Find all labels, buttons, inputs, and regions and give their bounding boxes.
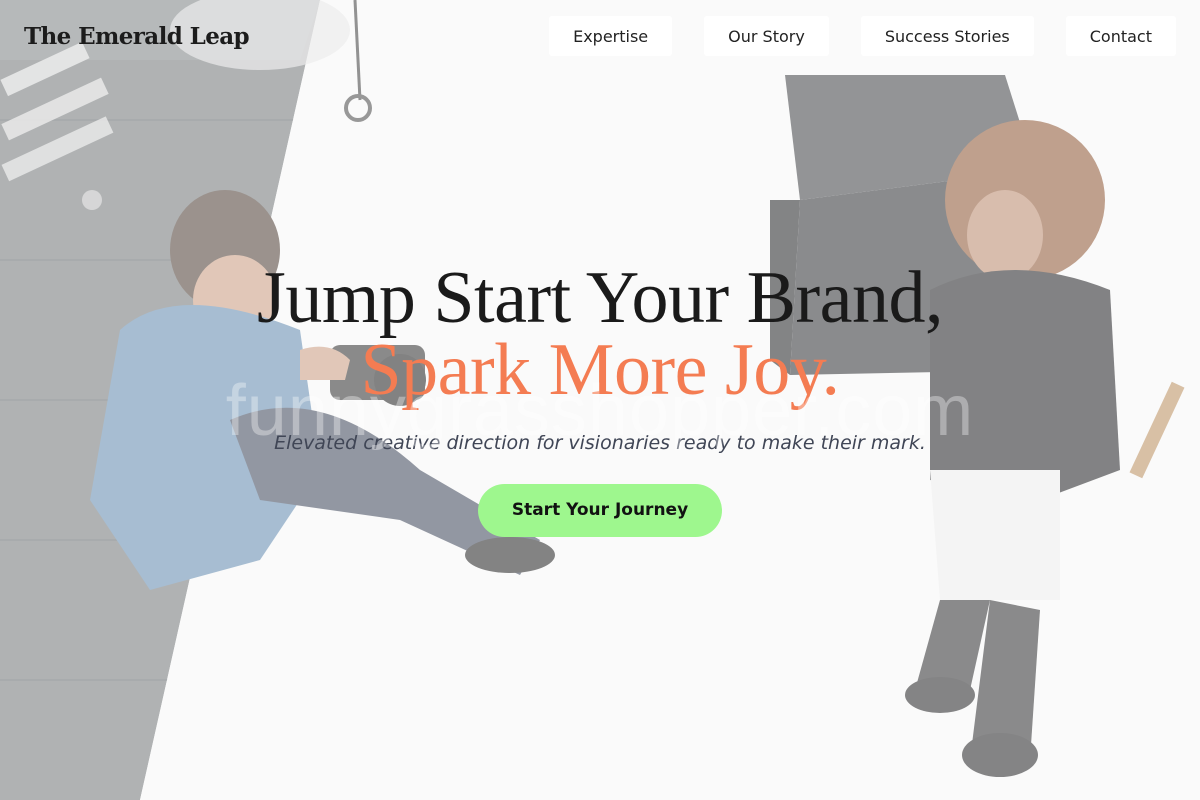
watermark-text: funnygrasshopper.com	[225, 371, 975, 451]
hero-headline-line-1: Jump Start Your Brand,	[257, 257, 943, 339]
start-journey-button[interactable]: Start Your Journey	[478, 484, 722, 537]
nav-item-contact[interactable]: Contact	[1065, 16, 1176, 56]
nav-item-our-story[interactable]: Our Story	[704, 16, 829, 56]
main-navigation: Expertise Our Story Success Stories Cont…	[549, 16, 1176, 56]
nav-item-success-stories[interactable]: Success Stories	[860, 16, 1034, 56]
nav-item-expertise[interactable]: Expertise	[549, 16, 673, 56]
site-header: The Emerald Leap Expertise Our Story Suc…	[0, 0, 1200, 72]
site-logo[interactable]: The Emerald Leap	[24, 21, 250, 53]
hero-section: funnygrasshopper.com Jump Start Your Bra…	[0, 257, 1200, 537]
